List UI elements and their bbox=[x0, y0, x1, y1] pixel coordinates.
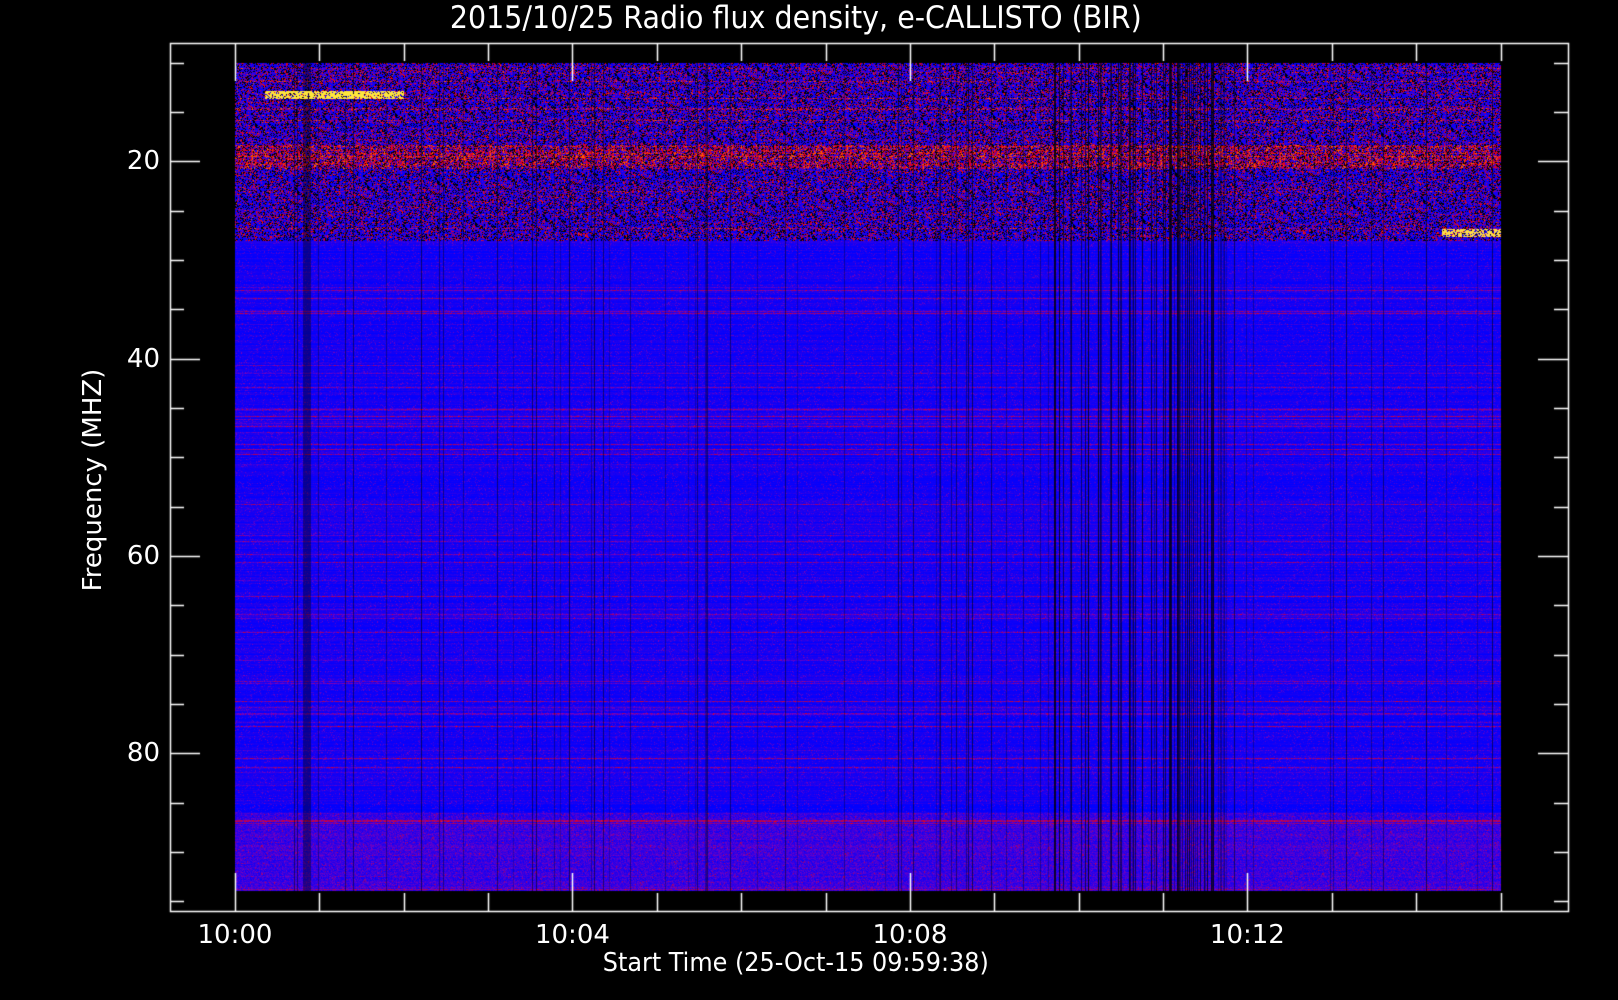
x-tick-label: 10:00 bbox=[197, 920, 273, 950]
y-tick-label: 20 bbox=[126, 146, 160, 177]
y-tick-label: 80 bbox=[126, 738, 160, 769]
x-tick-label: 10:12 bbox=[1209, 920, 1285, 950]
spectrogram-plot bbox=[0, 0, 1618, 1000]
x-tick-label: 10:08 bbox=[872, 920, 948, 950]
x-tick-label: 10:04 bbox=[534, 920, 610, 950]
y-tick-label: 40 bbox=[126, 343, 160, 374]
x-axis-label: Start Time (25-Oct-15 09:59:38) bbox=[602, 948, 989, 978]
y-tick-label: 60 bbox=[126, 540, 160, 571]
chart-title: 2015/10/25 Radio flux density, e-CALLIST… bbox=[449, 0, 1142, 36]
